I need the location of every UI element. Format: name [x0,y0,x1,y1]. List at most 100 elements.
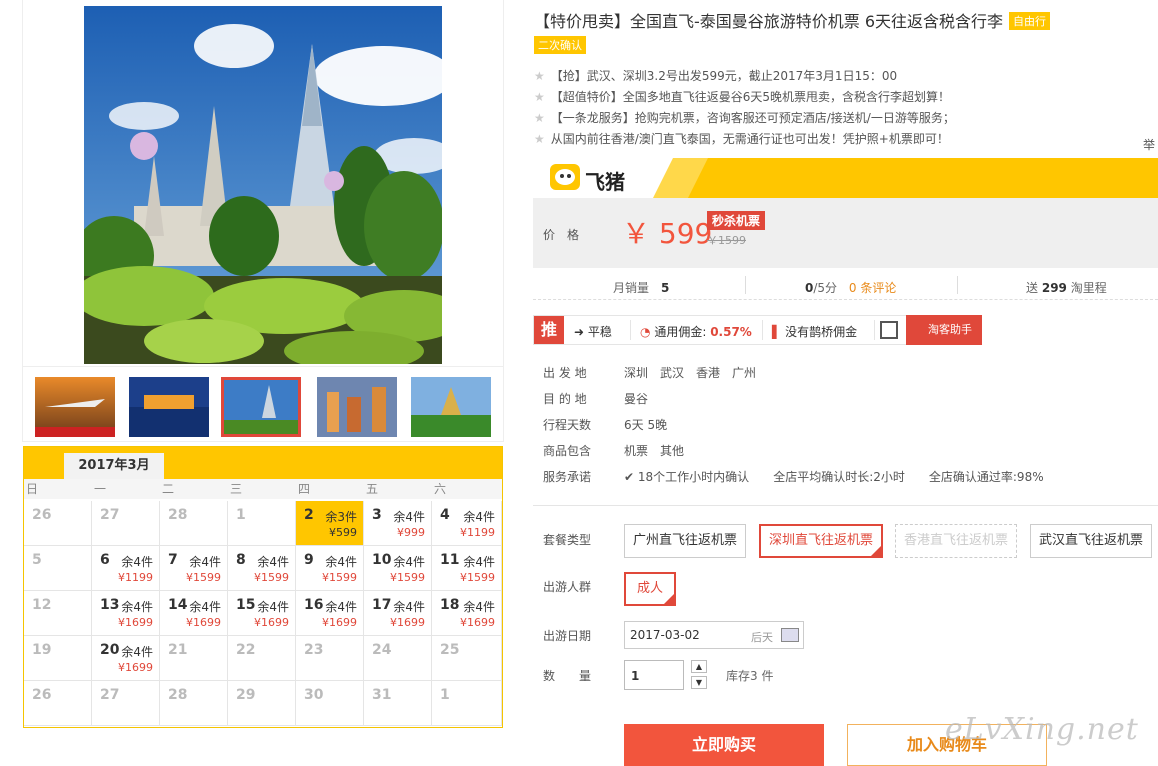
day-number: 28 [168,507,188,523]
day-number: 13 [100,597,120,613]
trend-item: ➜ 平稳 [574,325,612,339]
calendar-day[interactable]: 9 余4件 ¥1599 [296,546,364,591]
thumbnail-5[interactable] [411,377,491,437]
thumbnail-2[interactable] [129,377,209,437]
calendar-day[interactable]: 8 余4件 ¥1599 [228,546,296,591]
day-number: 1 [440,687,450,703]
day-number: 28 [168,687,188,703]
day-price: ¥1199 [460,526,495,539]
star-icon: ★ [534,132,545,146]
quantity-decrease-button[interactable]: ▼ [691,676,707,689]
calendar-day[interactable]: 11 余4件 ¥1599 [432,546,502,591]
calendar-day[interactable]: 3 余4件 ¥999 [364,501,432,546]
recommend-badge: 推 [534,316,564,344]
report-link[interactable]: 举 [1143,136,1155,153]
monthly-sales: 月销量 5 [613,281,670,295]
weekday-3: 三 [228,479,296,499]
taoke-helper-button[interactable]: 淘客助手 [906,315,982,345]
buy-now-button[interactable]: 立即购买 [624,724,824,766]
day-price: ¥1699 [254,616,289,629]
calendar-day[interactable]: 10 余4件 ¥1599 [364,546,432,591]
day-stock: 余4件 [393,555,425,569]
detail-label-duration: 行程天数 [543,418,592,432]
calendar-day[interactable]: 7 余4件 ¥1599 [160,546,228,591]
calendar-day[interactable]: 2 余3件 ¥599 [296,501,364,546]
calendar-day[interactable]: 4 余4件 ¥1199 [432,501,502,546]
day-number: 16 [304,597,324,613]
day-price: ¥1199 [118,571,153,584]
day-stock: 余4件 [463,555,495,569]
weekday-0: 日 [24,479,92,499]
package-option-wuhan[interactable]: 武汉直飞往返机票 [1030,524,1152,558]
detail-label-departure: 出 发 地 [543,366,587,380]
day-number: 9 [304,552,314,568]
day-price: ¥1699 [460,616,495,629]
day-number: 4 [440,507,450,523]
quantity-increase-button[interactable]: ▲ [691,660,707,673]
arrow-right-icon: ➜ [574,325,585,339]
calendar-day[interactable]: 13 余4件 ¥1699 [92,591,160,636]
travelers-label: 出游人群 [543,580,592,594]
calendar-day[interactable]: 15 余4件 ¥1699 [228,591,296,636]
date-input[interactable]: 2017-03-02 后天 [624,621,804,649]
calendar-day: 22 [228,636,296,681]
calendar-day[interactable]: 20 余4件 ¥1699 [92,636,160,681]
thumbnail-1[interactable] [35,377,115,437]
detail-label-includes: 商品包含 [543,444,592,458]
day-price: ¥1699 [118,616,153,629]
package-option-guangzhou[interactable]: 广州直飞往返机票 [624,524,746,558]
calendar-day: 1 [432,681,502,726]
day-stock: 余3件 [325,510,357,524]
weekday-4: 四 [296,479,364,499]
day-stock: 余4件 [393,510,425,524]
calendar-day: 27 [92,681,160,726]
calendar-day: 26 [24,501,92,546]
traveler-option-adult[interactable]: 成人 [624,572,676,606]
calendar-day: 5 [24,546,92,591]
calendar-day[interactable]: 18 余4件 ¥1699 [432,591,502,636]
day-number: 11 [440,552,460,568]
weekday-2: 二 [160,479,228,499]
calendar-day[interactable]: 6 余4件 ¥1199 [92,546,160,591]
package-option-hongkong[interactable]: 香港直飞往返机票 [895,524,1017,558]
date-label: 出游日期 [543,629,592,643]
thumbnail-3-selected[interactable] [221,377,301,437]
quantity-input[interactable]: 1 [624,660,684,690]
day-number: 3 [372,507,382,523]
day-number: 17 [372,597,392,613]
brand-banner [533,158,1158,198]
qr-code-icon[interactable] [880,321,898,339]
star-icon: ★ [534,90,545,104]
calendar-day: 21 [160,636,228,681]
weekday-5: 五 [364,479,432,499]
stock-text: 库存3 件 [726,669,774,683]
package-option-shenzhen[interactable]: 深圳直飞往返机票 [759,524,883,558]
day-number: 24 [372,642,392,658]
day-number: 8 [236,552,246,568]
thumbnail-strip [22,366,504,442]
detail-value-duration: 6天 5晚 [624,418,668,432]
day-number: 22 [236,642,256,658]
confirm-tag: 二次确认 [534,36,586,54]
promo-line-2: ★ 【超值特价】全国多地直飞往返曼谷6天5晚机票甩卖，含税含行李超划算！ [534,90,951,104]
detail-label-destination: 目 的 地 [543,392,587,406]
day-number: 21 [168,642,188,658]
calendar-day[interactable]: 16 余4件 ¥1699 [296,591,364,636]
day-number: 26 [32,687,52,703]
calendar-day[interactable]: 17 余4件 ¥1699 [364,591,432,636]
day-number: 20 [100,642,120,658]
day-number: 15 [236,597,256,613]
calendar-icon[interactable] [781,628,799,642]
detail-value-departure: 深圳 武汉 香港 广州 [624,366,757,380]
calendar-day: 19 [24,636,92,681]
day-number: 7 [168,552,178,568]
day-number: 6 [100,552,110,568]
original-price: ￥1599 [707,234,746,247]
calendar-day[interactable]: 14 余4件 ¥1699 [160,591,228,636]
product-title-text: 【特价甩卖】全国直飞-泰国曼谷旅游特价机票 6天往返含税含行李 [534,12,1004,31]
day-number: 2 [304,507,314,523]
reviews-link[interactable]: 0 条评论 [849,281,896,295]
thumbnail-4[interactable] [317,377,397,437]
day-price: ¥1599 [322,571,357,584]
day-price: ¥1599 [254,571,289,584]
